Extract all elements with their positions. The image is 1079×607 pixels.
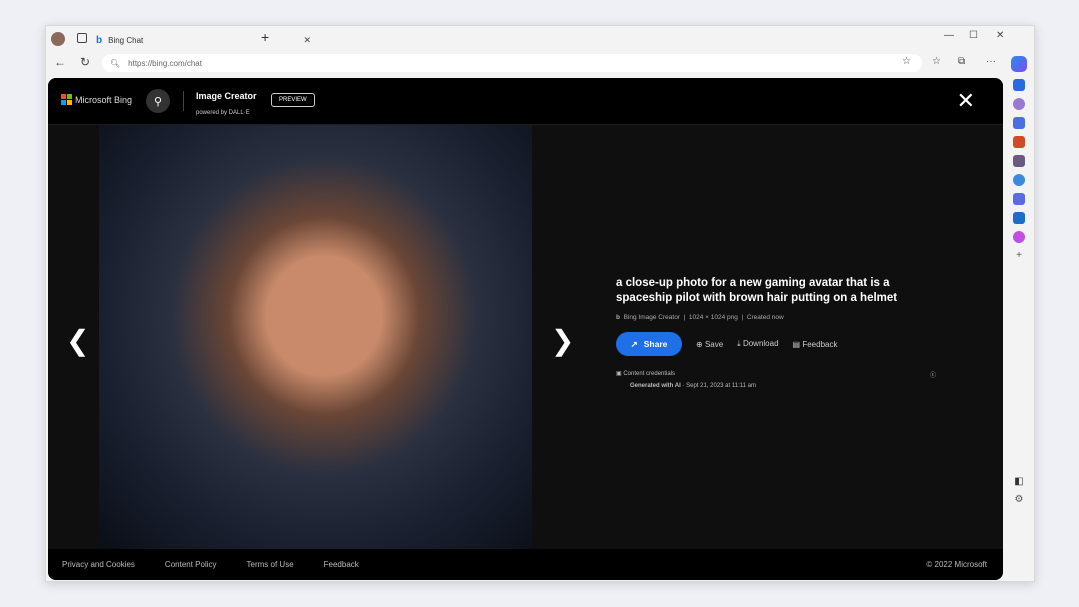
image-creator-title: Image Creator powered by DALL·E <box>196 91 257 119</box>
add-favorite-icon[interactable]: ☆ <box>902 56 911 67</box>
credentials-date: Sept 21, 2023 at 11:11 am <box>686 383 756 389</box>
feedback-icon: ▤ <box>792 339 801 349</box>
edge-sidebar: + ◧ ⚙ <box>1004 52 1034 582</box>
image-prompt: a close-up photo for a new gaming avatar… <box>616 277 898 304</box>
previous-image-button[interactable]: ❮ <box>66 324 89 357</box>
profile-avatar[interactable] <box>51 32 65 46</box>
download-button[interactable]: ⤓ Download <box>737 339 778 349</box>
content-credentials: ▣ Content credentials Generated with AI … <box>616 370 936 389</box>
preview-badge: PREVIEW <box>271 93 315 107</box>
generated-image <box>99 125 532 549</box>
image-created: Created now <box>746 314 784 321</box>
credentials-label: Content credentials <box>623 371 676 377</box>
close-modal-button[interactable]: ✕ <box>957 88 975 114</box>
more-icon[interactable]: ··· <box>986 56 996 67</box>
tab-bar: b Bing Chat ✕ + — ☐ ✕ <box>46 26 1034 52</box>
brand-text: Microsoft Bing <box>75 94 133 105</box>
image-dimensions: 1024 × 1024 png <box>688 314 738 321</box>
header-divider <box>183 91 184 111</box>
tab-title: Bing Chat <box>108 35 144 45</box>
search-icon[interactable] <box>1013 98 1025 110</box>
tools-icon[interactable] <box>1013 136 1025 148</box>
feedback-label: Feedback <box>802 339 838 349</box>
address-bar[interactable]: 🔍︎ https://bing.com/chat <box>102 54 922 72</box>
favorites-icon[interactable]: ☆ <box>932 56 941 67</box>
image-source: Bing Image Creator <box>623 314 680 321</box>
download-label: Download <box>742 339 779 348</box>
shopping-icon[interactable] <box>1013 79 1025 91</box>
bing-favicon-icon: b <box>96 34 103 46</box>
microsoft-logo-icon <box>61 94 72 105</box>
footer-link-terms[interactable]: Terms of Use <box>247 560 294 569</box>
refresh-button[interactable]: ↻ <box>80 55 90 69</box>
minimize-button[interactable]: — <box>944 30 954 41</box>
save-label: Save <box>704 339 724 349</box>
share-icon: ↗ <box>630 338 638 349</box>
credentials-icon: ▣ <box>616 371 622 377</box>
search-button[interactable]: ⚲ <box>146 89 170 113</box>
bing-icon: b <box>616 314 620 321</box>
search-icon: 🔍︎ <box>110 58 121 68</box>
tab-actions-icon[interactable] <box>77 33 87 43</box>
credentials-info-icon[interactable]: ⓒ <box>930 370 936 379</box>
back-button[interactable]: ← <box>54 55 66 69</box>
share-button[interactable]: ↗ Share <box>616 332 682 356</box>
address-bar-row: ← ↻ 🔍︎ https://bing.com/chat ☆ ☆ ⧉ ··· <box>46 52 1006 76</box>
settings-icon[interactable]: ⚙ <box>1015 494 1024 505</box>
tab-bing-chat[interactable]: b Bing Chat ✕ <box>96 30 311 50</box>
browser-window: b Bing Chat ✕ + — ☐ ✕ ← ↻ 🔍︎ https://bin… <box>45 25 1035 582</box>
action-bar: ↗ Share ⊕ Save ⤓ Download ▤ Feedback <box>616 332 936 356</box>
image-creator-modal: Microsoft Bing ⚲ Image Creator powered b… <box>48 78 1003 580</box>
split-screen-icon[interactable]: ◧ <box>1014 476 1023 487</box>
url-text: https://bing.com/chat <box>128 58 202 68</box>
collections-icon[interactable]: ⧉ <box>958 56 965 67</box>
tag-icon[interactable] <box>1013 117 1025 129</box>
footer-link-content-policy[interactable]: Content Policy <box>165 560 217 569</box>
microsoft-bing-logo[interactable]: Microsoft Bing <box>61 94 132 105</box>
new-tab-button[interactable]: + <box>261 29 269 45</box>
search-icon: ⚲ <box>153 95 163 108</box>
games-icon[interactable] <box>1013 155 1025 167</box>
add-sidebar-app-button[interactable]: + <box>1016 250 1022 261</box>
footer-link-privacy[interactable]: Privacy and Cookies <box>62 560 135 569</box>
footer-link-feedback[interactable]: Feedback <box>324 560 359 569</box>
download-icon: ⤓ <box>737 339 741 348</box>
save-icon: ⊕ <box>696 339 703 349</box>
outlook-icon[interactable] <box>1013 212 1025 224</box>
next-image-button[interactable]: ❯ <box>551 324 574 357</box>
maximize-button[interactable]: ☐ <box>969 30 978 41</box>
share-label: Share <box>643 339 668 349</box>
footer: Privacy and Cookies Content Policy Terms… <box>48 549 1003 580</box>
generated-with-ai: Generated with AI <box>630 383 681 389</box>
image-details: a close-up photo for a new gaming avatar… <box>616 276 936 389</box>
close-tab-icon[interactable]: ✕ <box>303 35 311 46</box>
app-title: Image Creator <box>196 91 257 101</box>
copyright: © 2022 Microsoft <box>926 560 987 569</box>
modal-header: Microsoft Bing ⚲ Image Creator powered b… <box>48 78 1003 125</box>
powered-by: powered by DALL·E <box>196 110 250 116</box>
feedback-button[interactable]: ▤ Feedback <box>793 340 838 349</box>
copilot-icon[interactable] <box>1011 56 1027 72</box>
office-icon[interactable] <box>1013 174 1025 186</box>
close-window-button[interactable]: ✕ <box>996 30 1004 41</box>
messenger-icon[interactable] <box>1013 231 1025 243</box>
image-meta: b Bing Image Creator | 1024 × 1024 png |… <box>616 314 784 321</box>
drop-icon[interactable] <box>1013 193 1025 205</box>
save-button[interactable]: ⊕ Save <box>696 340 723 349</box>
